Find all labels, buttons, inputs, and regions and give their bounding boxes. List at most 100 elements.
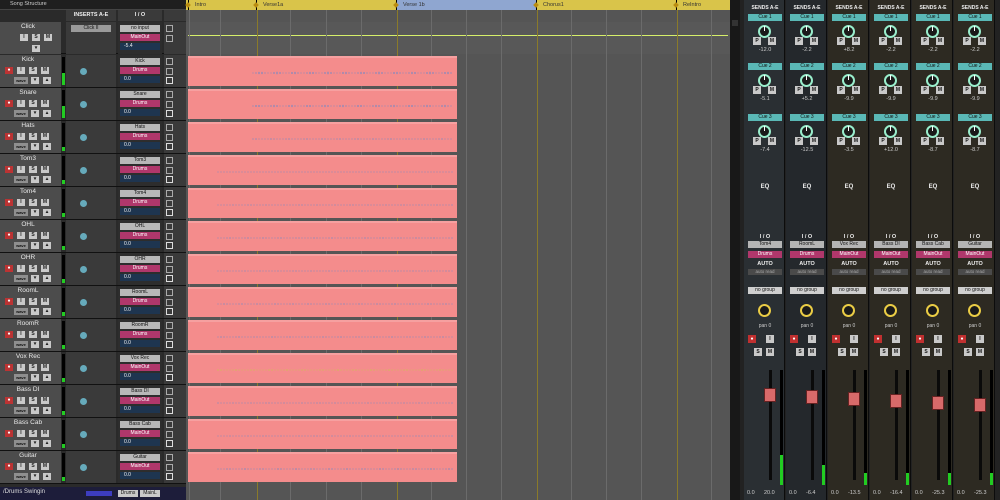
solo-button[interactable]: S — [922, 348, 930, 356]
volume-fader[interactable] — [932, 396, 944, 410]
pre-button[interactable]: P — [837, 86, 845, 94]
input-selector[interactable]: Tom3 — [120, 157, 160, 164]
track-name[interactable]: Tom3 — [2, 155, 54, 162]
checkbox-icon[interactable] — [166, 101, 173, 108]
waveform-view-button[interactable]: wave — [14, 440, 28, 447]
volume-fader[interactable] — [764, 388, 776, 402]
clip-area[interactable] — [186, 0, 730, 500]
mute-button[interactable]: M — [976, 348, 984, 356]
output-selector[interactable]: MainOut — [120, 397, 160, 404]
mixer-output[interactable]: MainOut — [874, 251, 908, 258]
mixer-output[interactable]: MainOut — [916, 251, 950, 258]
click-track-row[interactable]: Click I S M ▾ Click II no input MainOut … — [0, 22, 186, 54]
mute-send-button[interactable]: M — [852, 86, 860, 94]
mute-button[interactable]: M — [41, 331, 49, 338]
volume-readout[interactable]: 0.0 — [120, 274, 160, 281]
track-row[interactable]: Kick ● I S Mwave ▾ ▴ Kick Drums 0.0 — [0, 55, 186, 88]
track-name[interactable]: OHR — [2, 254, 54, 261]
output-selector[interactable]: MainOut — [120, 364, 160, 371]
checkbox-icon[interactable] — [166, 299, 173, 306]
audio-clip[interactable] — [188, 386, 457, 416]
mute-button[interactable]: M — [44, 34, 52, 41]
volume-readout[interactable]: 0.0 — [120, 373, 160, 380]
audio-clip[interactable] — [188, 188, 457, 218]
track-row[interactable]: OHR ● I S Mwave ▾ ▴ OHR Drums 0.0 — [0, 253, 186, 286]
mixer-output[interactable]: MainOut — [958, 251, 992, 258]
output-selector[interactable]: Drums — [120, 232, 160, 239]
playlist-button[interactable]: ▾ — [31, 110, 39, 117]
record-button[interactable]: ● — [916, 335, 924, 343]
track-view-button[interactable]: ▴ — [43, 341, 51, 348]
input-selector[interactable]: Kick — [120, 58, 160, 65]
mute-button[interactable]: M — [41, 67, 49, 74]
track-row[interactable]: Bass DI ● I S Mwave ▾ ▴ Bass DI MainOut 0.0 — [0, 385, 186, 418]
gear-icon[interactable] — [732, 20, 738, 26]
record-button[interactable]: ● — [5, 133, 13, 140]
input-button[interactable]: I — [17, 463, 25, 470]
input-button[interactable]: I — [17, 100, 25, 107]
audio-clip[interactable] — [188, 221, 457, 251]
checkbox-icon[interactable] — [166, 289, 173, 296]
record-button[interactable]: ● — [5, 331, 13, 338]
waveform-view-button[interactable]: wave — [14, 110, 28, 117]
insert-dot-icon[interactable] — [80, 68, 87, 75]
track-row[interactable]: Tom4 ● I S Mwave ▾ ▴ Tom4 Drums 0.0 — [0, 187, 186, 220]
track-view-button[interactable]: ▴ — [43, 440, 51, 447]
mute-send-button[interactable]: M — [852, 37, 860, 45]
checkbox-icon[interactable] — [166, 157, 173, 164]
checkbox-icon[interactable] — [166, 365, 173, 372]
insert-dot-icon[interactable] — [80, 134, 87, 141]
input-button[interactable]: I — [892, 335, 900, 343]
send-slot[interactable]: Cue 1 — [790, 14, 824, 21]
waveform-view-button[interactable]: wave — [14, 473, 28, 480]
playlist-button[interactable]: ▾ — [31, 407, 39, 414]
insert-dot-icon[interactable] — [80, 101, 87, 108]
pre-button[interactable]: P — [837, 137, 845, 145]
pre-button[interactable]: P — [879, 86, 887, 94]
input-button[interactable]: I — [17, 67, 25, 74]
automation-mode[interactable]: auto read — [916, 269, 950, 275]
checkbox-icon[interactable] — [166, 25, 173, 32]
volume-readout[interactable]: 0.0 — [120, 241, 160, 248]
send-slot[interactable]: Cue 3 — [916, 114, 950, 121]
input-button[interactable]: I — [808, 335, 816, 343]
mixer-output[interactable]: Drums — [790, 251, 824, 258]
track-row[interactable]: Guitar ● I S Mwave ▾ ▴ Guitar MainOut 0.0 — [0, 451, 186, 484]
input-button[interactable]: I — [17, 298, 25, 305]
send-slot[interactable]: Cue 1 — [916, 14, 950, 21]
checkbox-icon[interactable] — [166, 388, 173, 395]
send-slot[interactable]: Cue 2 — [748, 63, 782, 70]
mute-button[interactable]: M — [41, 133, 49, 140]
pre-button[interactable]: P — [879, 37, 887, 45]
audio-clip[interactable] — [188, 122, 457, 152]
volume-readout[interactable]: -5.4 — [120, 43, 160, 50]
output-selector[interactable]: Drums — [120, 199, 160, 206]
track-name[interactable]: Vox Rec — [2, 353, 54, 360]
record-button[interactable]: ● — [5, 397, 13, 404]
checkbox-icon[interactable] — [166, 431, 173, 438]
mixer-input[interactable]: Bass DI — [874, 241, 908, 248]
insert-dot-icon[interactable] — [80, 332, 87, 339]
divider[interactable] — [730, 0, 740, 500]
output-selector[interactable]: Drums — [120, 331, 160, 338]
insert-dot-icon[interactable] — [80, 266, 87, 273]
add-icon[interactable] — [166, 176, 173, 183]
volume-readout[interactable]: 0.0 — [120, 208, 160, 215]
output-selector[interactable]: MainOut — [120, 430, 160, 437]
record-button[interactable]: ● — [748, 335, 756, 343]
input-button[interactable]: I — [766, 335, 774, 343]
send-slot[interactable]: Cue 2 — [790, 63, 824, 70]
mute-button[interactable]: M — [766, 348, 774, 356]
input-button[interactable]: I — [17, 331, 25, 338]
group-selector[interactable]: no group — [832, 287, 866, 294]
track-row[interactable]: Vox Rec ● I S Mwave ▾ ▴ Vox Rec MainOut 0.0 — [0, 352, 186, 385]
record-button[interactable]: ● — [5, 364, 13, 371]
pre-button[interactable]: P — [753, 86, 761, 94]
playlist-button[interactable]: ▾ — [31, 143, 39, 150]
mute-send-button[interactable]: M — [936, 37, 944, 45]
mute-button[interactable]: M — [892, 348, 900, 356]
group-selector[interactable]: no group — [916, 287, 950, 294]
solo-button[interactable]: S — [29, 364, 37, 371]
input-selector[interactable]: Guitar — [120, 454, 160, 461]
input-selector[interactable]: RoomR — [120, 322, 160, 329]
